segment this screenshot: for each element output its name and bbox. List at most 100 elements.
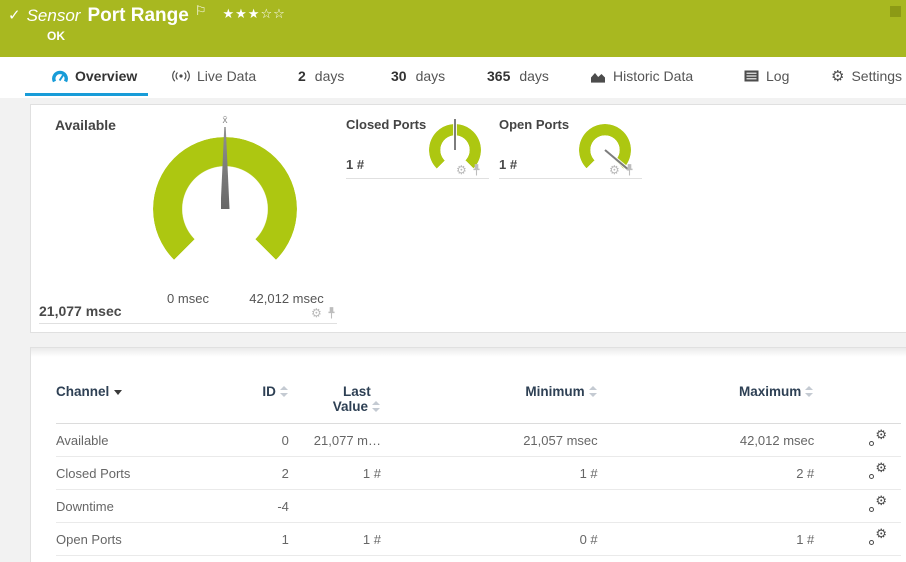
flag-icon: ⚐ xyxy=(194,3,207,18)
gauge-settings-icon[interactable]: ⚙ xyxy=(456,164,467,176)
tab-365-days-number: 365 xyxy=(487,68,511,84)
tab-30-days[interactable]: 30 days xyxy=(391,57,445,95)
gauge-open-ports-title: Open Ports xyxy=(499,117,570,132)
column-header-value-label: Value xyxy=(332,399,368,414)
table-row[interactable]: Open Ports 1 1 # 0 # 1 # ⚙ xyxy=(56,523,901,556)
tab-2-days-number: 2 xyxy=(298,68,306,84)
tab-30-days-number: 30 xyxy=(391,68,407,84)
table-header-row: Channel ID Last Value Minimum Maximum xyxy=(56,384,901,424)
pin-icon[interactable] xyxy=(625,164,634,176)
gauge-available-title: Available xyxy=(55,117,116,133)
sensor-kind-label: Sensor xyxy=(26,6,81,25)
tab-2-days-label: days xyxy=(314,68,345,84)
gauge-closed-ports-actions: ⚙ xyxy=(456,164,481,176)
settings-gear-icon: ⚙ xyxy=(831,67,845,85)
channel-settings-icon[interactable]: ⚙ xyxy=(868,527,887,546)
column-header-maximum[interactable]: Maximum xyxy=(598,384,815,424)
sensor-title-row: ✓ Sensor Port Range ⚐ ★★★☆☆ xyxy=(8,3,286,27)
gauge-max-label: 42,012 msec xyxy=(249,291,324,306)
column-header-channel[interactable]: Channel xyxy=(56,384,251,424)
column-header-maximum-label: Maximum xyxy=(739,384,802,399)
gauge-available-value: 21,077 msec xyxy=(39,303,122,319)
channel-last-value: 21,077 m… xyxy=(313,432,381,448)
sort-icon xyxy=(371,401,381,412)
tab-log[interactable]: Log xyxy=(744,57,789,95)
channel-minimum: 1 # xyxy=(579,465,598,481)
table-row[interactable]: Available 0 21,077 m… 21,057 msec 42,012… xyxy=(56,424,901,457)
column-header-minimum-label: Minimum xyxy=(525,384,585,399)
tab-2-days[interactable]: 2 days xyxy=(298,57,344,95)
column-header-id[interactable]: ID xyxy=(251,384,289,424)
channel-settings-icon[interactable]: ⚙ xyxy=(868,428,887,447)
gauge-settings-icon[interactable]: ⚙ xyxy=(609,164,620,176)
channel-id: 1 xyxy=(281,531,289,547)
column-header-last-value[interactable]: Last Value xyxy=(289,384,381,424)
gauge-min-label: 0 msec xyxy=(167,291,209,306)
column-header-last-label: Last xyxy=(342,384,371,399)
priority-stars[interactable]: ★★★☆☆ xyxy=(222,6,285,22)
tab-30-days-label: days xyxy=(415,68,446,84)
column-header-channel-label: Channel xyxy=(56,384,110,399)
column-header-minimum[interactable]: Minimum xyxy=(381,384,598,424)
tab-historic-data[interactable]: Historic Data xyxy=(590,57,693,95)
page-title: Port Range xyxy=(87,5,189,26)
sort-icon xyxy=(805,386,814,397)
tab-historic-data-label: Historic Data xyxy=(613,68,694,84)
channel-name: Open Ports xyxy=(56,531,122,547)
log-icon xyxy=(744,70,759,82)
sensor-header: ✓ Sensor Port Range ⚐ ★★★☆☆ OK xyxy=(0,0,906,57)
pin-icon[interactable] xyxy=(472,164,481,176)
gauges-panel: Available x̄ 0 msec 42,012 msec 21,077 m… xyxy=(30,104,906,333)
channel-maximum xyxy=(598,490,815,523)
priority-stars-filled[interactable]: ★★★ xyxy=(222,6,260,21)
sort-icon xyxy=(279,386,289,397)
channel-maximum: 42,012 msec xyxy=(739,432,815,448)
sort-desc-icon xyxy=(114,390,123,395)
tab-settings[interactable]: ⚙ Settings xyxy=(831,57,902,95)
corner-icon xyxy=(890,6,901,17)
tab-365-days-label: days xyxy=(519,68,549,84)
gauge-average-marker: x̄ xyxy=(222,115,228,126)
gauge-open-ports-actions: ⚙ xyxy=(609,164,634,176)
channels-table: Channel ID Last Value Minimum Maximum Av… xyxy=(56,384,901,556)
channel-settings-icon[interactable]: ⚙ xyxy=(868,461,887,480)
gauge-closed-ports-value: 1 # xyxy=(346,157,365,172)
channel-last-value xyxy=(289,490,381,523)
channel-minimum: 21,057 msec xyxy=(523,432,598,448)
channels-panel: Channel ID Last Value Minimum Maximum Av… xyxy=(30,347,906,562)
gauge-block-divider xyxy=(39,323,337,324)
gauge-settings-icon[interactable]: ⚙ xyxy=(311,307,322,319)
status-check-icon: ✓ xyxy=(8,7,21,24)
gauge-open-ports-value: 1 # xyxy=(499,157,518,172)
tab-log-label: Log xyxy=(766,68,790,84)
channel-id: 0 xyxy=(281,432,289,448)
status-badge: OK xyxy=(47,29,65,43)
gauge-block-divider xyxy=(346,178,489,179)
active-tab-underline xyxy=(25,93,148,96)
tab-overview-label: Overview xyxy=(75,68,138,84)
table-row[interactable]: Closed Ports 2 1 # 1 # 2 # ⚙ xyxy=(56,457,901,490)
pin-icon[interactable] xyxy=(327,307,336,319)
gauge-available-actions: ⚙ xyxy=(311,307,336,319)
sort-icon xyxy=(588,386,598,397)
column-header-actions xyxy=(814,384,901,424)
table-row[interactable]: Downtime -4 ⚙ xyxy=(56,490,901,523)
channel-name: Downtime xyxy=(56,498,114,514)
channel-minimum xyxy=(381,490,598,523)
tab-settings-label: Settings xyxy=(851,68,903,84)
live-data-icon xyxy=(172,70,190,82)
tab-365-days[interactable]: 365 days xyxy=(487,57,549,95)
gauge-closed-ports-title: Closed Ports xyxy=(346,117,427,132)
channel-name: Available xyxy=(56,432,109,448)
channel-id: -4 xyxy=(277,498,289,514)
tab-bar: Overview Live Data 2 days 30 days 365 da… xyxy=(0,57,906,98)
historic-chart-icon xyxy=(591,72,605,83)
channel-settings-icon[interactable]: ⚙ xyxy=(868,494,887,513)
channel-last-value: 1 # xyxy=(362,465,381,481)
tab-live-data[interactable]: Live Data xyxy=(172,57,256,95)
gauge-icon xyxy=(52,70,68,83)
gauge-closed-ports-needle xyxy=(454,119,456,150)
priority-stars-empty[interactable]: ☆☆ xyxy=(260,6,285,21)
tab-overview[interactable]: Overview xyxy=(52,57,137,95)
channel-name: Closed Ports xyxy=(56,465,131,481)
